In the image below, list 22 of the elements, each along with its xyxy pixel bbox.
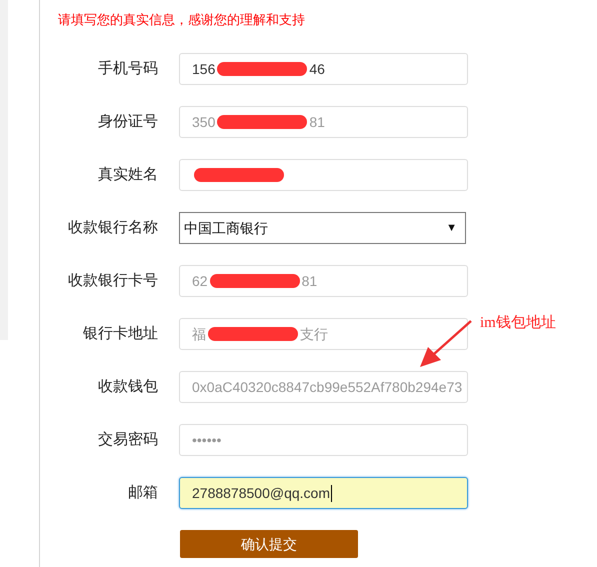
bank-select[interactable]: 中国工商银行 ▼ — [179, 212, 466, 244]
input-field[interactable]: 350 81 — [179, 106, 468, 138]
input-field[interactable] — [179, 159, 468, 191]
field-label: 银行卡地址 — [82, 324, 158, 344]
field-label: 真实姓名 — [97, 164, 158, 185]
input-field[interactable]: 福 支行 — [179, 318, 468, 350]
text-cursor — [330, 484, 332, 502]
submit-button[interactable]: 确认提交 — [180, 530, 358, 558]
annotation-text: im钱包地址 — [480, 314, 556, 333]
input-field[interactable]: 2788878500@qq.com — [179, 477, 468, 509]
input-field[interactable]: 0x0aC40320c8847cb99e552Af780b294e73 — [179, 371, 468, 403]
field-label: 身份证号 — [97, 112, 158, 132]
notice-text: 请填写您的真实信息，感谢您的理解和支持 — [58, 11, 305, 29]
field-label: 收款银行卡号 — [67, 270, 158, 291]
input-field[interactable]: 62 81 — [179, 265, 468, 297]
input-field[interactable]: •••••• — [179, 424, 468, 456]
field-label: 收款银行名称 — [67, 218, 158, 238]
field-label: 邮箱 — [127, 482, 158, 503]
input-field[interactable]: 156 46 — [179, 53, 468, 85]
field-label: 交易密码 — [97, 430, 158, 450]
field-label: 手机号码 — [97, 58, 158, 79]
field-label: 收款钱包 — [97, 376, 158, 397]
